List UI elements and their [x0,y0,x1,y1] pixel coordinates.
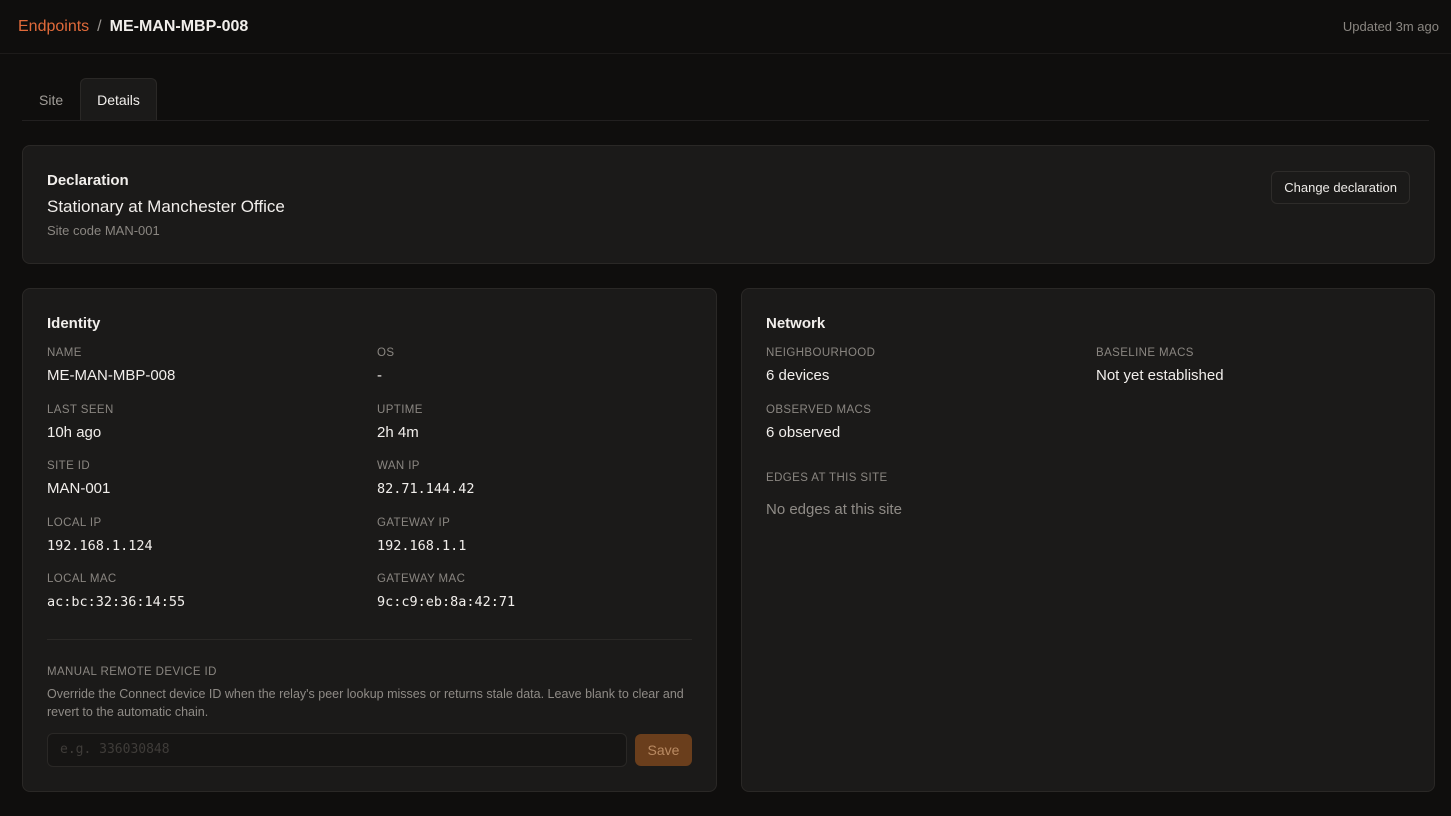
field-wan-ip: WAN IP 82.71.144.42 [377,459,692,516]
network-card: Network NEIGHBOURHOOD 6 devices BASELINE… [741,288,1435,792]
updated-timestamp: Updated 3m ago [1342,19,1439,34]
field-value: 2h 4m [377,423,419,441]
field-value: 82.71.144.42 [377,481,475,497]
breadcrumb-separator: / [97,17,102,35]
field-label: LAST SEEN [47,403,114,416]
declaration-site-code: Site code MAN-001 [47,223,160,238]
field-value: 6 devices [766,367,830,384]
change-declaration-button[interactable]: Change declaration [1271,171,1410,204]
field-local-mac: LOCAL MAC ac:bc:32:36:14:55 [47,572,377,629]
field-gateway-ip: GATEWAY IP 192.168.1.1 [377,516,692,573]
field-value: - [377,367,382,384]
breadcrumb: Endpoints / ME-MAN-MBP-008 [18,18,248,36]
field-observed-macs: OBSERVED MACS 6 observed [766,403,1096,460]
identity-card: Identity NAME ME-MAN-MBP-008 OS - LAST S… [22,288,717,792]
breadcrumb-current: ME-MAN-MBP-008 [109,17,249,35]
field-label: LOCAL MAC [47,573,117,585]
field-label: GATEWAY MAC [377,573,466,585]
field-label: SITE ID [47,460,91,472]
declaration-card: Declaration Stationary at Manchester Off… [22,145,1435,264]
edges-empty-state: No edges at this site [766,501,902,518]
field-value: ME-MAN-MBP-008 [47,367,176,384]
field-value: 192.168.1.124 [47,537,153,554]
field-label: LOCAL IP [47,516,102,529]
identity-fields: NAME ME-MAN-MBP-008 OS - LAST SEEN 10h a… [47,346,692,629]
declaration-value: Stationary at Manchester Office [47,197,285,216]
field-value: 10h ago [47,423,102,441]
field-baseline-macs: BASELINE MACS Not yet established [1096,346,1410,403]
field-value: MAN-001 [47,480,111,497]
field-neighbourhood: NEIGHBOURHOOD 6 devices [766,346,1096,403]
manual-device-id-row: Save [47,732,692,767]
breadcrumb-endpoints-link[interactable]: Endpoints [18,18,89,36]
divider [47,638,692,640]
field-last-seen: LAST SEEN 10h ago [47,403,377,460]
network-fields: NEIGHBOURHOOD 6 devices BASELINE MACS No… [766,346,1410,459]
field-os: OS - [377,346,692,403]
field-value: Not yet established [1096,367,1224,384]
save-button[interactable]: Save [635,733,692,766]
field-value: 192.168.1.1 [377,537,467,554]
manual-device-id-label: MANUAL REMOTE DEVICE ID [47,665,217,678]
tab-bar: Site Details [22,78,1429,121]
field-label: BASELINE MACS [1096,347,1194,359]
field-label: WAN IP [377,460,420,472]
edges-label: EDGES AT THIS SITE [766,472,888,484]
manual-device-id-description: Override the Connect device ID when the … [47,686,684,719]
field-site-id: SITE ID MAN-001 [47,459,377,516]
field-label: OBSERVED MACS [766,403,872,416]
field-value: ac:bc:32:36:14:55 [47,594,186,610]
field-gateway-mac: GATEWAY MAC 9c:c9:eb:8a:42:71 [377,572,692,629]
remote-device-id-input[interactable] [47,732,627,767]
field-label: NEIGHBOURHOOD [766,347,876,359]
identity-title: Identity [47,315,101,332]
network-title: Network [766,315,826,332]
declaration-title: Declaration [47,172,129,189]
tab-site[interactable]: Site [22,78,80,120]
field-name: NAME ME-MAN-MBP-008 [47,346,377,403]
field-value: 9c:c9:eb:8a:42:71 [377,594,516,610]
field-label: OS [377,347,395,359]
top-bar: Endpoints / ME-MAN-MBP-008 Updated 3m ag… [0,0,1451,54]
field-label: UPTIME [377,403,423,416]
field-value: 6 observed [766,423,841,441]
tab-details[interactable]: Details [80,78,157,120]
field-label: GATEWAY IP [377,516,451,529]
field-label: NAME [47,347,82,359]
field-uptime: UPTIME 2h 4m [377,403,692,460]
field-local-ip: LOCAL IP 192.168.1.124 [47,516,377,573]
